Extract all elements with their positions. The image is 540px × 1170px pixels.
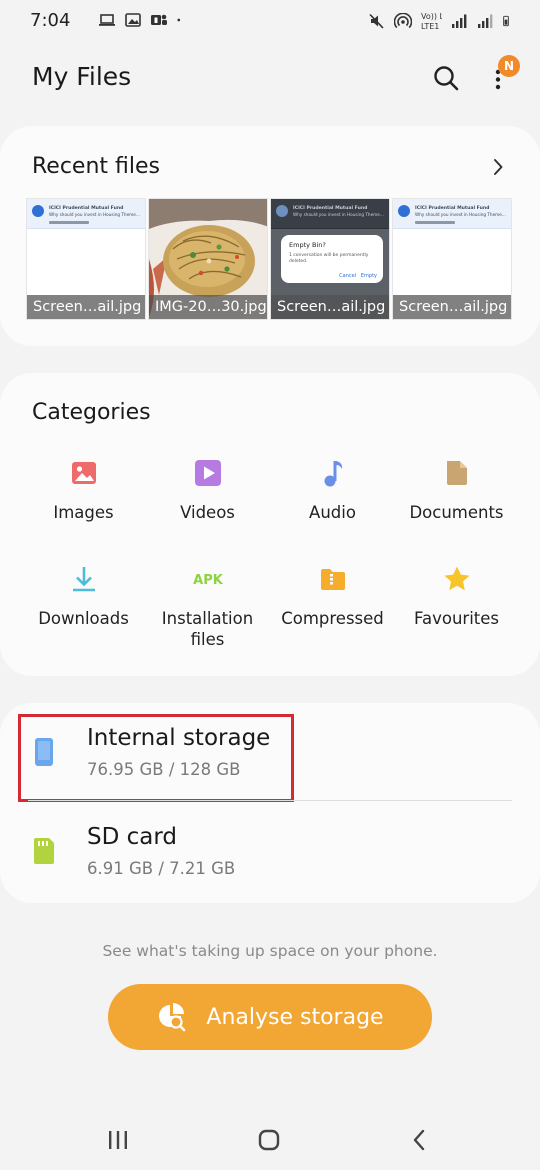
laptop-icon (99, 14, 115, 26)
categories-title: Categories (32, 400, 151, 425)
dialog-cancel-text: Cancel (339, 273, 357, 279)
analyse-icon (159, 1003, 186, 1032)
page-title: My Files (32, 62, 132, 91)
thumb-sender-text: ICICI Prudential Mutual Fund (293, 205, 367, 211)
battery-icon (503, 15, 509, 27)
category-videos[interactable]: Videos (145, 458, 270, 523)
search-icon (434, 66, 459, 91)
category-compressed[interactable]: Compressed (270, 564, 395, 629)
recent-files-title: Recent files (32, 154, 160, 179)
dot-icon (177, 18, 181, 22)
thumb-sender-text: ICICI Prudential Mutual Fund (49, 205, 123, 211)
signal-icon (452, 14, 467, 28)
status-time: 7:04 (30, 10, 71, 31)
recents-button[interactable] (98, 1120, 138, 1160)
music-note-icon (324, 461, 342, 487)
star-icon (444, 566, 469, 591)
chevron-right-icon (494, 159, 503, 175)
category-documents[interactable]: Documents (394, 458, 519, 523)
navigation-bar (0, 1110, 540, 1170)
recent-file-name: Screen…ail.jpg (27, 295, 145, 319)
categories-card: Categories Images Videos Audio Documents… (0, 373, 540, 676)
recent-file-name: Screen…ail.jpg (393, 295, 511, 319)
image-icon (71, 462, 96, 484)
dialog-buttons: Cancel Empty (339, 273, 377, 279)
recent-file-thumbnail[interactable]: ICICI Prudential Mutual Fund Why should … (270, 198, 390, 320)
category-label: Downloads (38, 609, 129, 628)
back-icon (413, 1129, 425, 1151)
screenshot-preview: ICICI Prudential Mutual Fund Why should … (27, 199, 145, 229)
category-label: Installation files (161, 609, 254, 649)
folder-zip-icon (320, 569, 345, 590)
category-label: Favourites (414, 609, 499, 628)
dialog-preview: Empty Bin? 1 conversation will be perman… (281, 235, 383, 283)
category-downloads[interactable]: Downloads (21, 564, 146, 629)
recent-file-thumbnail[interactable]: IMG-20…30.jpg (148, 198, 268, 320)
recent-files-card: Recent files ICICI Prudential Mutual Fun… (0, 126, 540, 346)
storage-hint: See what's taking up space on your phone… (102, 942, 438, 960)
video-icon (194, 460, 221, 486)
volte-top-text: Vo)) LTE (421, 12, 442, 21)
document-icon (446, 461, 467, 485)
signal-icon (478, 14, 493, 28)
screenshot-preview: ICICI Prudential Mutual Fund Why should … (393, 199, 511, 229)
category-images[interactable]: Images (21, 458, 146, 523)
hotspot-icon (394, 13, 412, 29)
teams-icon (151, 14, 167, 25)
dialog-title: Empty Bin? (289, 241, 326, 249)
category-label: Images (53, 503, 114, 522)
volte-bottom-text: LTE1 (421, 22, 439, 31)
thumb-subject-text: Why should you invest in Housing Theme… (49, 212, 140, 217)
divider (28, 800, 512, 801)
category-label: Compressed (281, 609, 384, 628)
search-button[interactable] (428, 60, 464, 96)
thumb-subject-text: Why should you invest in Housing Theme… (293, 212, 384, 217)
status-bar: 7:04 Vo)) LTELTE1 (0, 0, 540, 44)
dialog-text: 1 conversation will be permanently delet… (289, 253, 369, 264)
screenshot-text-preview: ICICI Prudential Mutual Fund Why should … (293, 205, 384, 217)
home-button[interactable] (249, 1120, 289, 1160)
screenshot-preview: ICICI Prudential Mutual Fund Why should … (271, 199, 389, 229)
category-label: Audio (309, 503, 356, 522)
category-label: Documents (409, 503, 504, 522)
status-left-icons (98, 12, 186, 28)
recent-files-more-button[interactable] (488, 154, 508, 180)
sd-card-name: SD card (87, 824, 178, 850)
screenshot-text-preview: ICICI Prudential Mutual Fund Why should … (49, 205, 140, 217)
status-right-icons: Vo)) LTELTE1 (368, 10, 514, 32)
recents-icon (109, 1131, 127, 1149)
dialog-empty-text: Empty (360, 273, 377, 279)
home-icon (258, 1129, 280, 1151)
screenshot-text-preview: ICICI Prudential Mutual Fund Why should … (415, 205, 506, 217)
recent-file-name: IMG-20…30.jpg (149, 295, 267, 319)
category-label: Videos (180, 503, 235, 522)
category-audio[interactable]: Audio (270, 458, 395, 523)
highlight-box (18, 714, 294, 802)
download-icon (72, 567, 95, 592)
analyse-storage-label: Analyse storage (206, 1004, 384, 1030)
recent-file-name: Screen…ail.jpg (271, 295, 389, 319)
category-installation-files[interactable]: APK Installation files (145, 564, 270, 650)
recent-files-list: ICICI Prudential Mutual Fund Why should … (26, 198, 513, 320)
category-favourites[interactable]: Favourites (394, 564, 519, 629)
analyse-storage-button[interactable]: Analyse storage (108, 984, 432, 1050)
back-button[interactable] (400, 1120, 440, 1160)
sd-card-row[interactable]: SD card 6.91 GB / 7.21 GB (0, 803, 540, 898)
apk-icon-text: APK (193, 573, 223, 588)
thumb-subject-text: Why should you invest in Housing Theme… (415, 212, 506, 217)
volte-lte-icon: Vo)) LTELTE1 (421, 12, 442, 31)
thumb-sender-text: ICICI Prudential Mutual Fund (415, 205, 489, 211)
sd-card-size: 6.91 GB / 7.21 GB (87, 859, 236, 878)
sd-card-icon (34, 838, 54, 864)
recent-file-thumbnail[interactable]: ICICI Prudential Mutual Fund Why should … (392, 198, 512, 320)
storage-card: Internal storage 76.95 GB / 128 GB SD ca… (0, 703, 540, 903)
apk-icon: APK (193, 573, 223, 588)
mute-icon (369, 13, 384, 29)
image-icon (125, 13, 141, 27)
recent-file-thumbnail[interactable]: ICICI Prudential Mutual Fund Why should … (26, 198, 146, 320)
notification-badge: N (498, 55, 520, 77)
